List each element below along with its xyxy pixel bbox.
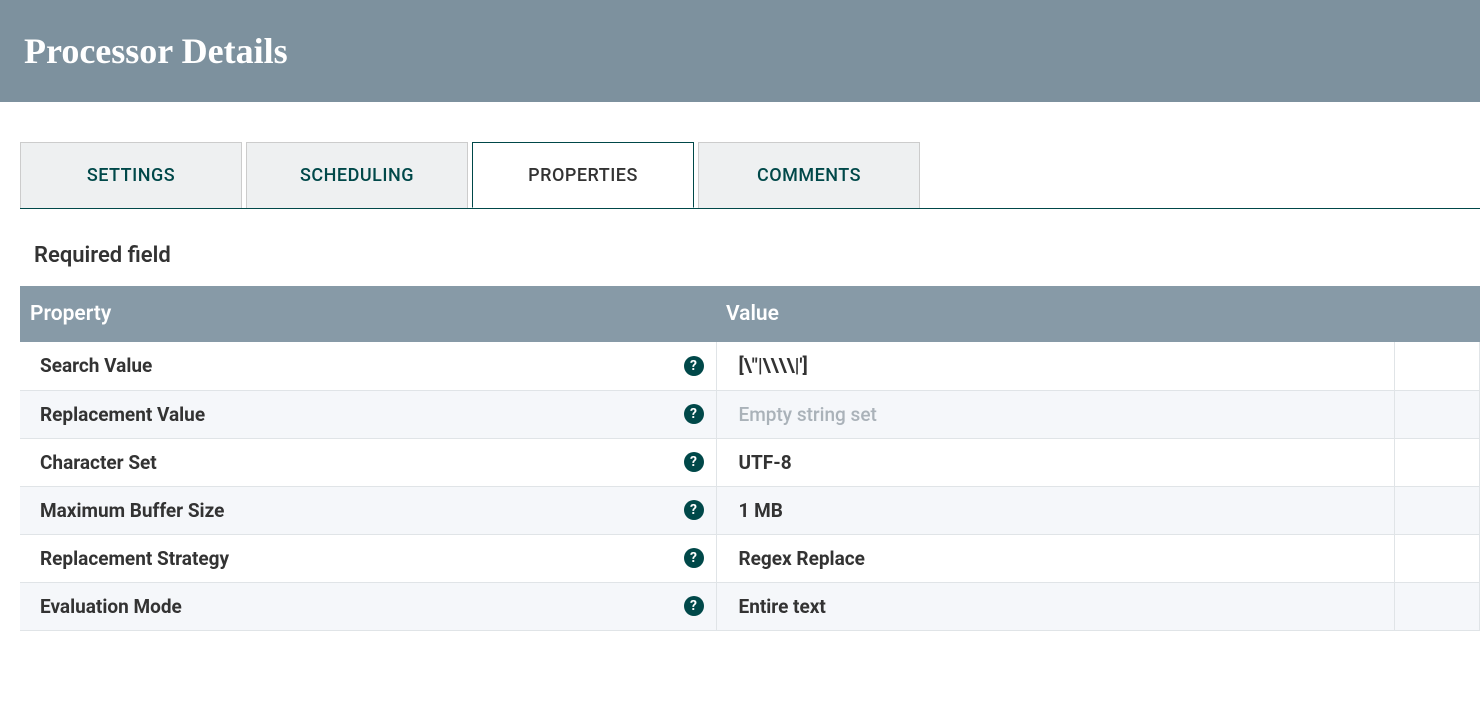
table-row[interactable]: Search Value ? [\"|\\\\|']	[20, 342, 1480, 390]
property-name-cell: Maximum Buffer Size ?	[20, 486, 716, 534]
tab-bar: SETTINGS SCHEDULING PROPERTIES COMMENTS	[20, 142, 1480, 209]
help-icon[interactable]: ?	[684, 548, 704, 568]
page-title: Processor Details	[24, 30, 288, 72]
column-header-extra	[1394, 286, 1480, 342]
help-icon[interactable]: ?	[684, 596, 704, 616]
table-row[interactable]: Character Set ? UTF-8	[20, 438, 1480, 486]
required-field-label: Required field	[20, 209, 1480, 286]
property-name: Replacement Strategy	[40, 547, 229, 570]
property-name: Maximum Buffer Size	[40, 499, 224, 522]
row-actions-cell	[1394, 582, 1480, 630]
property-name-cell: Search Value ?	[20, 342, 716, 390]
table-row[interactable]: Evaluation Mode ? Entire text	[20, 582, 1480, 630]
property-value-cell[interactable]: [\"|\\\\|']	[716, 342, 1394, 390]
property-value-placeholder: Empty string set	[739, 403, 877, 426]
tab-label: SETTINGS	[87, 165, 175, 186]
property-value: [\"|\\\\|']	[739, 354, 808, 377]
column-header-value: Value	[716, 286, 1394, 342]
property-value-cell[interactable]: 1 MB	[716, 486, 1394, 534]
tab-label: COMMENTS	[757, 165, 861, 186]
property-value: Regex Replace	[739, 547, 865, 570]
property-value-cell[interactable]: Empty string set	[716, 390, 1394, 438]
property-value-cell[interactable]: UTF-8	[716, 438, 1394, 486]
help-icon[interactable]: ?	[684, 404, 704, 424]
property-name: Evaluation Mode	[40, 595, 182, 618]
tab-scheduling[interactable]: SCHEDULING	[246, 142, 468, 208]
tab-label: PROPERTIES	[528, 165, 638, 186]
property-value-cell[interactable]: Regex Replace	[716, 534, 1394, 582]
dialog-header: Processor Details	[0, 0, 1480, 102]
property-name-cell: Replacement Strategy ?	[20, 534, 716, 582]
help-icon[interactable]: ?	[684, 452, 704, 472]
row-actions-cell	[1394, 390, 1480, 438]
row-actions-cell	[1394, 342, 1480, 390]
property-value: Entire text	[739, 595, 826, 618]
table-row[interactable]: Maximum Buffer Size ? 1 MB	[20, 486, 1480, 534]
tab-settings[interactable]: SETTINGS	[20, 142, 242, 208]
tab-label: SCHEDULING	[300, 165, 414, 186]
row-actions-cell	[1394, 438, 1480, 486]
properties-table: Property Value Search Value ? [\"|\\\\|'…	[20, 286, 1480, 631]
property-name: Character Set	[40, 451, 157, 474]
column-header-property: Property	[20, 286, 716, 342]
property-name: Search Value	[40, 354, 152, 377]
property-value: UTF-8	[739, 451, 792, 474]
property-value-cell[interactable]: Entire text	[716, 582, 1394, 630]
property-name-cell: Replacement Value ?	[20, 390, 716, 438]
table-row[interactable]: Replacement Value ? Empty string set	[20, 390, 1480, 438]
dialog-body: SETTINGS SCHEDULING PROPERTIES COMMENTS …	[0, 102, 1480, 631]
row-actions-cell	[1394, 534, 1480, 582]
tab-properties[interactable]: PROPERTIES	[472, 142, 694, 208]
property-name: Replacement Value	[40, 403, 205, 426]
help-icon[interactable]: ?	[684, 356, 704, 376]
property-name-cell: Character Set ?	[20, 438, 716, 486]
help-icon[interactable]: ?	[684, 500, 704, 520]
property-value: 1 MB	[739, 499, 783, 522]
table-header-row: Property Value	[20, 286, 1480, 342]
tab-comments[interactable]: COMMENTS	[698, 142, 920, 208]
row-actions-cell	[1394, 486, 1480, 534]
property-name-cell: Evaluation Mode ?	[20, 582, 716, 630]
table-row[interactable]: Replacement Strategy ? Regex Replace	[20, 534, 1480, 582]
